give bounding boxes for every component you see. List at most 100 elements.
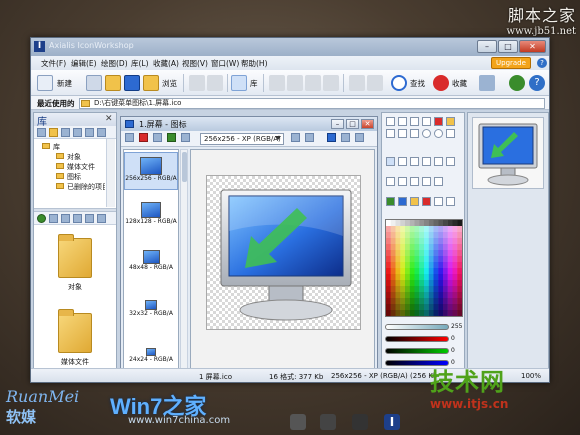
library-scrollbar[interactable] (106, 139, 115, 207)
palette-swatch[interactable] (452, 226, 458, 233)
palette-swatch[interactable] (438, 220, 444, 227)
palette-swatch[interactable] (409, 226, 415, 233)
palette-swatch[interactable] (438, 286, 444, 293)
brush-size-4-icon[interactable] (422, 157, 431, 166)
rect-tool-icon[interactable] (398, 129, 407, 138)
palette-swatch[interactable] (409, 262, 415, 269)
palette-swatch[interactable] (395, 256, 401, 263)
palette-swatch[interactable] (452, 274, 458, 281)
palette-swatch[interactable] (405, 280, 410, 287)
mode-1-icon[interactable] (386, 177, 395, 186)
palette-swatch[interactable] (433, 226, 439, 233)
palette-swatch[interactable] (395, 310, 401, 317)
palette-swatch[interactable] (438, 304, 444, 311)
effect-1-icon[interactable] (386, 197, 395, 206)
palette-swatch[interactable] (395, 232, 401, 239)
palette-swatch[interactable] (414, 262, 420, 269)
palette-swatch[interactable] (400, 286, 406, 293)
new-icon[interactable] (37, 75, 53, 91)
palette-swatch[interactable] (428, 274, 434, 281)
palette-swatch[interactable] (428, 304, 434, 311)
palette-swatch[interactable] (395, 274, 401, 281)
palette-swatch[interactable] (433, 280, 439, 287)
select-tool-icon[interactable] (386, 117, 395, 126)
palette-swatch[interactable] (395, 268, 401, 275)
palette-swatch[interactable] (438, 274, 444, 281)
palette-swatch[interactable] (457, 292, 463, 299)
brush-size-3-icon[interactable] (410, 157, 419, 166)
palette-swatch[interactable] (457, 256, 463, 263)
palette-swatch[interactable] (433, 232, 439, 239)
palette-swatch[interactable] (386, 256, 391, 263)
lib-globe-icon[interactable] (37, 214, 46, 223)
palette-swatch[interactable] (424, 220, 429, 227)
palette-swatch[interactable] (405, 232, 410, 239)
delete-icon[interactable] (323, 75, 339, 91)
palette-swatch[interactable] (447, 280, 453, 287)
palette-swatch[interactable] (433, 244, 439, 251)
mode-3-icon[interactable] (410, 177, 419, 186)
palette-swatch[interactable] (390, 304, 396, 311)
palette-swatch[interactable] (424, 256, 429, 263)
palette-swatch[interactable] (424, 304, 429, 311)
palette-swatch[interactable] (386, 280, 391, 287)
palette-swatch[interactable] (409, 256, 415, 263)
pencil-tool-icon[interactable] (434, 117, 443, 126)
palette-swatch[interactable] (390, 292, 396, 299)
palette-swatch[interactable] (433, 250, 439, 257)
open-icon[interactable] (86, 75, 102, 91)
palette-swatch[interactable] (414, 274, 420, 281)
palette-swatch[interactable] (390, 238, 396, 245)
palette-swatch[interactable] (452, 262, 458, 269)
palette-swatch[interactable] (419, 304, 425, 311)
palette-swatch[interactable] (457, 250, 463, 257)
palette-swatch[interactable] (386, 262, 391, 269)
menu-file[interactable]: 文件(F) (41, 58, 66, 69)
palette-swatch[interactable] (395, 250, 401, 257)
palette-swatch[interactable] (457, 286, 463, 293)
palette-swatch[interactable] (443, 280, 448, 287)
menu-edit[interactable]: 编辑(E) (71, 58, 97, 69)
doc-tool8-icon[interactable] (327, 133, 336, 142)
palette-swatch[interactable] (409, 280, 415, 287)
lasso-tool-icon[interactable] (398, 117, 407, 126)
tree-item-deleted[interactable]: 已删除的项目 (67, 182, 105, 192)
palette-swatch[interactable] (386, 238, 391, 245)
palette-swatch[interactable] (433, 238, 439, 245)
palette-swatch[interactable] (414, 268, 420, 275)
pixel-grid[interactable] (206, 175, 361, 330)
palette-swatch[interactable] (409, 304, 415, 311)
palette-swatch[interactable] (443, 292, 448, 299)
menu-library[interactable]: 库(L) (131, 58, 149, 69)
library-close-icon[interactable]: ✕ (105, 114, 113, 124)
lib-view3-icon[interactable] (73, 214, 82, 223)
palette-swatch[interactable] (424, 244, 429, 251)
mode-4-icon[interactable] (422, 177, 431, 186)
palette-swatch[interactable] (395, 298, 401, 305)
palette-swatch[interactable] (438, 268, 444, 275)
palette-swatch[interactable] (443, 238, 448, 245)
undo-icon[interactable] (189, 75, 205, 91)
save-icon[interactable] (124, 75, 140, 91)
folder-media-icon[interactable] (58, 309, 92, 353)
palette-swatch[interactable] (390, 220, 396, 227)
search-button[interactable]: 查找 (410, 78, 425, 89)
palette-swatch[interactable] (443, 310, 448, 317)
palette-swatch[interactable] (447, 286, 453, 293)
lib-remove-icon[interactable] (85, 128, 94, 137)
brush-tool-icon[interactable] (446, 117, 455, 126)
palette-swatch[interactable] (395, 226, 401, 233)
settings-icon[interactable] (367, 75, 383, 91)
lib-add-icon[interactable] (61, 128, 70, 137)
palette-swatch[interactable] (447, 220, 453, 227)
palette-swatch[interactable] (386, 226, 391, 233)
palette-swatch[interactable] (438, 256, 444, 263)
palette-swatch[interactable] (409, 274, 415, 281)
palette-swatch[interactable] (419, 286, 425, 293)
palette-swatch[interactable] (452, 280, 458, 287)
palette-swatch[interactable] (424, 310, 429, 317)
palette-swatch[interactable] (390, 256, 396, 263)
palette-swatch[interactable] (424, 298, 429, 305)
palette-swatch[interactable] (457, 280, 463, 287)
palette-swatch[interactable] (414, 244, 420, 251)
